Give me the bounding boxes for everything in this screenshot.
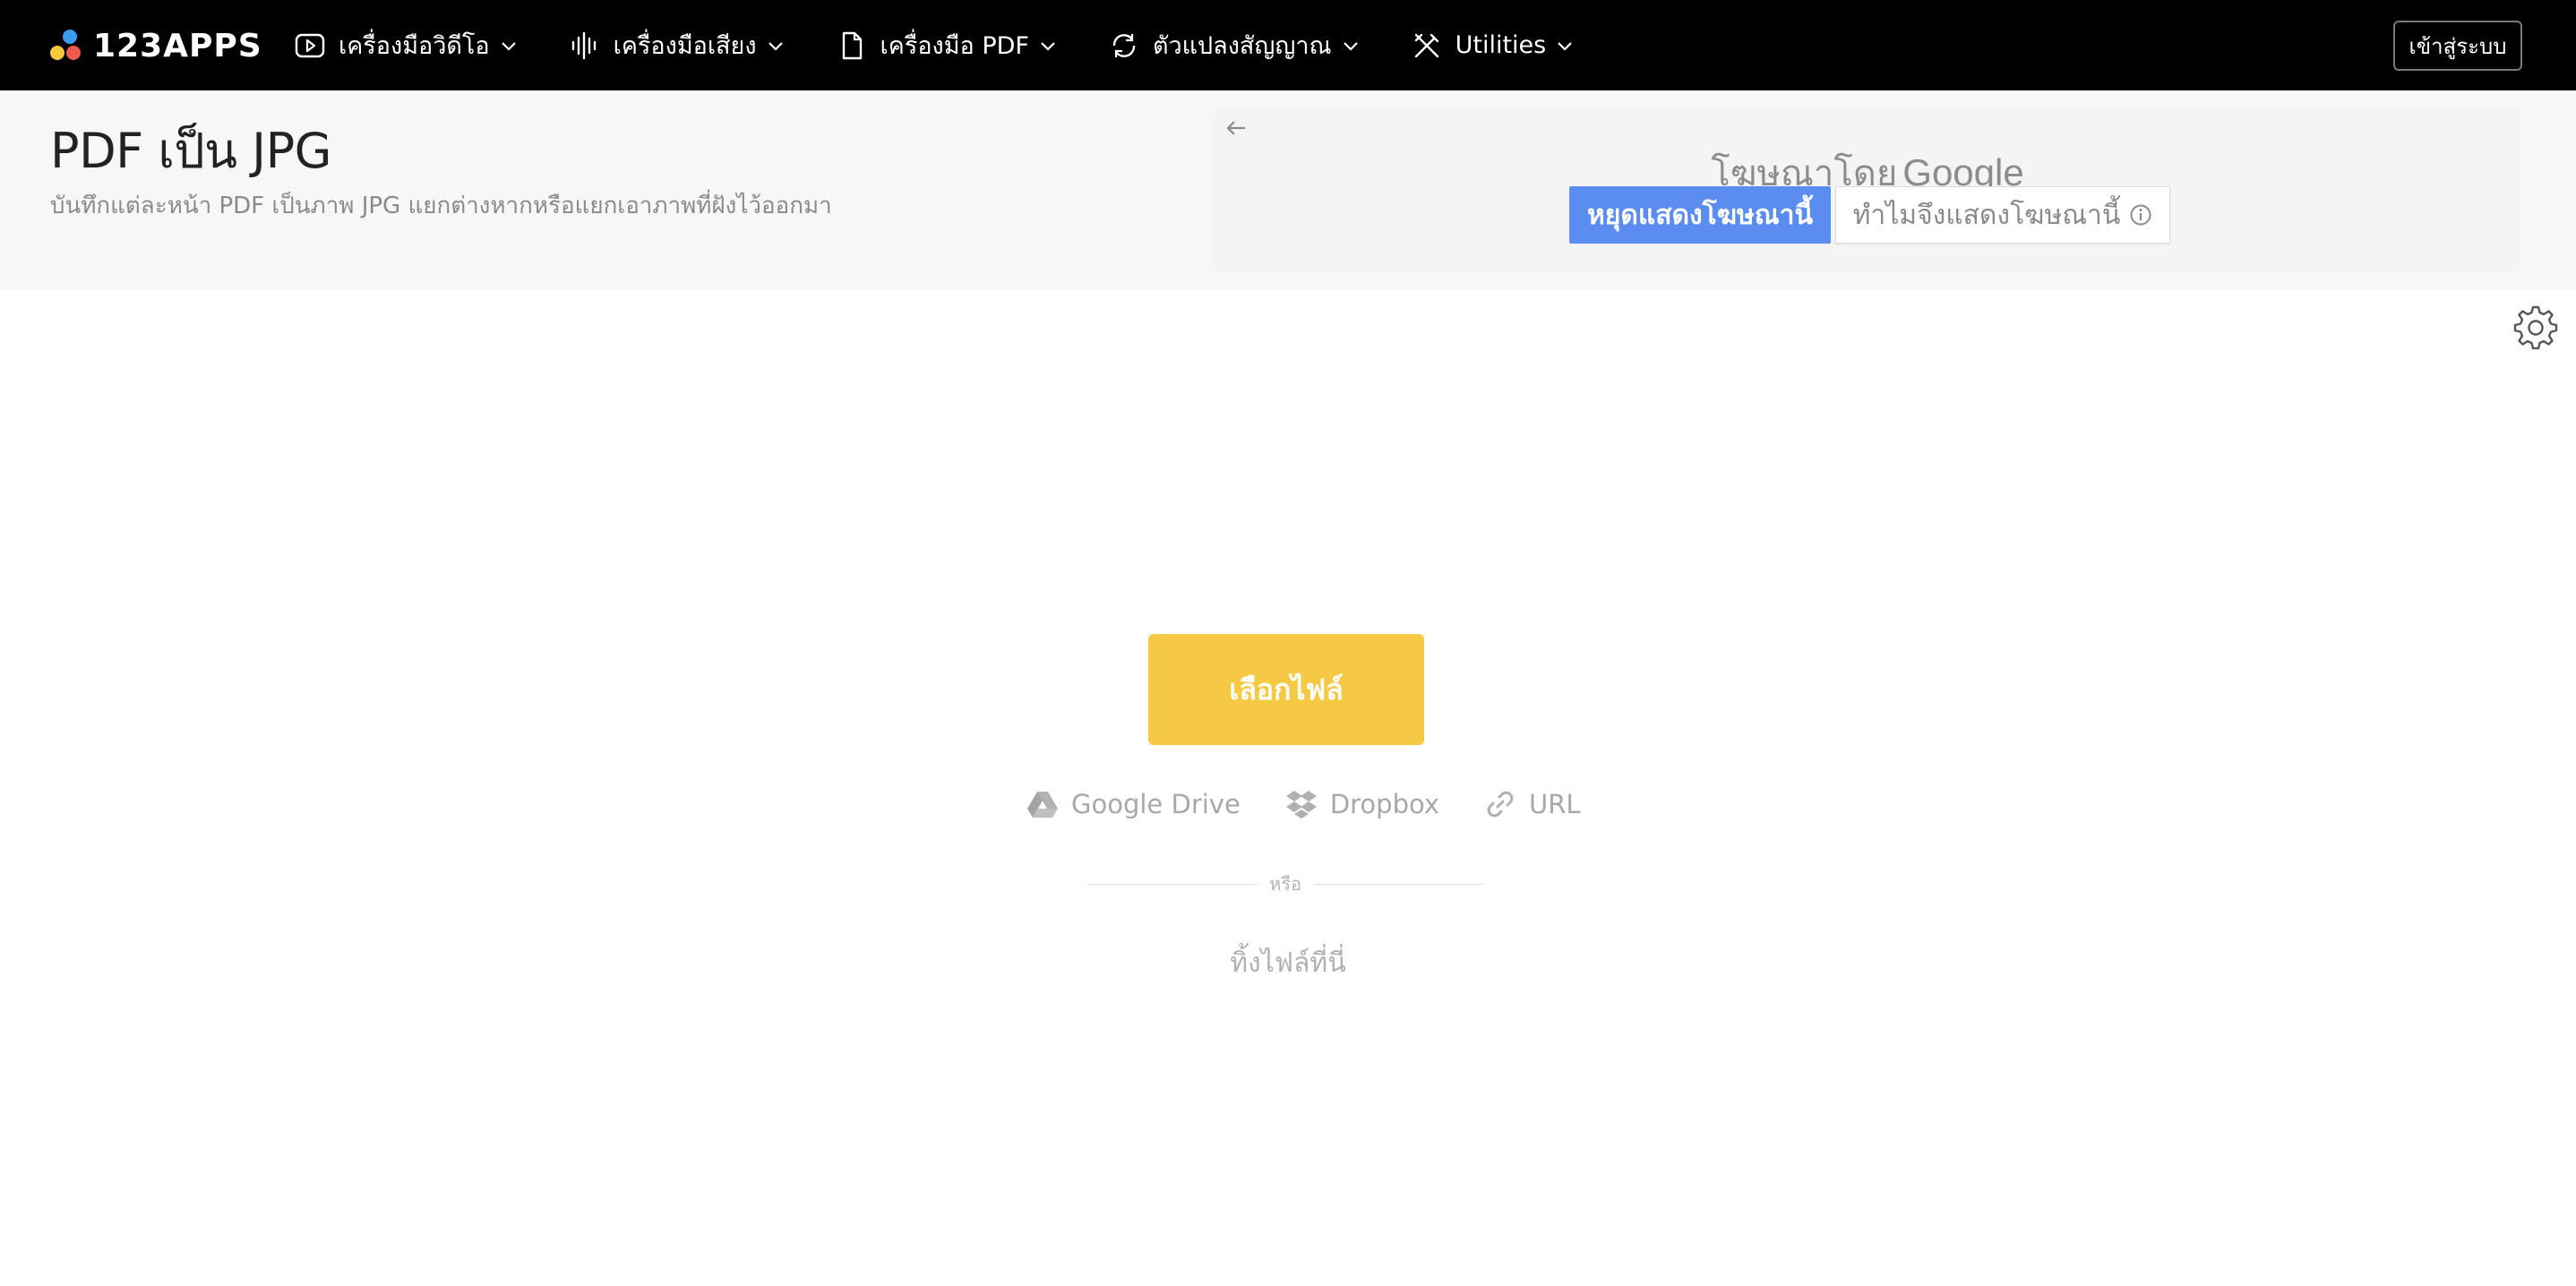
nav-item-label: เครื่องมือวิดีโอ [339,32,490,60]
dropbox-icon [1285,788,1318,820]
logo-dot-yellow [50,46,64,60]
brand-logo-dots [48,28,84,64]
video-play-icon [294,30,326,62]
divider-line [1313,883,1483,885]
nav-item-label: เครื่องมือเสียง [613,32,757,60]
divider-line [1087,883,1258,885]
or-label: หรือ [1269,873,1301,895]
brand-logo[interactable]: 123APPS [48,27,262,64]
google-drive-label: Google Drive [1071,789,1241,819]
upload-sources: Google Drive Dropbox URL [1026,784,1581,824]
google-drive-icon [1026,788,1059,820]
document-icon [836,30,868,62]
nav-item-audio-tools[interactable]: เครื่องมือเสียง [569,0,786,90]
dropbox-label: Dropbox [1329,789,1440,819]
or-divider: หรือ [1087,870,1483,897]
audio-waveform-icon [569,30,601,62]
link-icon [1484,788,1516,820]
page-title: PDF เป็น JPG [50,123,332,179]
page-header: PDF เป็น JPG บันทึกแต่ละหน้า PDF เป็นภาพ… [0,90,2576,289]
nav-item-pdf-tools[interactable]: เครื่องมือ PDF [836,0,1058,90]
login-button[interactable]: เข้าสู่ระบบ [2393,21,2522,71]
nav-item-video-tools[interactable]: เครื่องมือวิดีโอ [294,0,519,90]
logo-dot-blue [63,30,77,44]
nav-item-converters[interactable]: ตัวแปลงสัญญาณ [1108,0,1361,90]
choose-file-button[interactable]: เลือกไฟล์ [1148,634,1424,745]
gear-icon[interactable] [2513,304,2558,349]
dropbox-button[interactable]: Dropbox [1285,788,1439,820]
chevron-down-icon [768,41,783,51]
chevron-down-icon [501,41,516,51]
why-this-ad-button[interactable]: ทำไมจึงแสดงโฆษณานี้ [1835,186,2170,244]
nav-item-label: ตัวแปลงสัญญาณ [1152,32,1332,60]
convert-cycle-icon [1108,30,1140,62]
chevron-down-icon [1558,41,1573,51]
drop-zone-label[interactable]: ทิ้งไฟล์ที่นี่ [0,942,2576,984]
nav-item-label: เครื่องมือ PDF [880,32,1029,60]
ad-feedback-box: โฆษณาโดย Google หยุดแสดงโฆษณานี้ ทำไมจึง… [1215,108,2520,271]
url-button[interactable]: URL [1484,788,1581,820]
chevron-down-icon [1041,41,1055,51]
nav-item-utilities[interactable]: Utilities [1411,0,1576,90]
chevron-down-icon [1343,41,1358,51]
logo-dot-red [66,46,81,60]
info-icon [2130,204,2151,226]
google-drive-button[interactable]: Google Drive [1026,788,1241,820]
nav-item-label: Utilities [1455,31,1547,59]
url-label: URL [1529,789,1581,819]
why-this-ad-label: ทำไมจึงแสดงโฆษณานี้ [1852,199,2121,231]
back-arrow-icon[interactable] [1224,116,1249,141]
top-navigation-bar: 123APPS เครื่องมือวิดีโอ เครื่องมือเสียง… [0,0,2576,90]
page-subtitle: บันทึกแต่ละหน้า PDF เป็นภาพ JPG แยกต่างห… [50,193,832,219]
main-nav: เครื่องมือวิดีโอ เครื่องมือเสียง เครื่อง… [294,0,1625,90]
tools-icon [1411,30,1443,62]
brand-name: 123APPS [93,27,262,64]
stop-seeing-ad-button[interactable]: หยุดแสดงโฆษณานี้ [1569,186,1831,244]
